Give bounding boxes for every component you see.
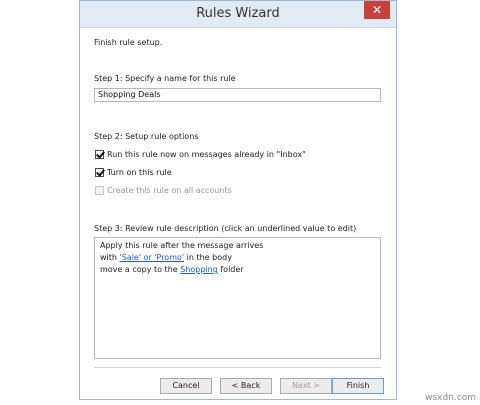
run-now-checkbox[interactable]	[95, 149, 104, 159]
button-divider	[94, 367, 381, 368]
description-line-3: move a copy to the Shopping folder	[100, 264, 375, 276]
finish-button[interactable]: Finish	[332, 378, 384, 394]
line3-prefix: move a copy to the	[100, 265, 181, 274]
keywords-link[interactable]: 'Sale' or 'Promo'	[120, 253, 185, 262]
all-accounts-label: Create this rule on all accounts	[107, 185, 232, 195]
description-line-1: Apply this rule after the message arrive…	[100, 241, 264, 250]
turn-on-label: Turn on this rule	[107, 167, 172, 177]
step3-label: Step 3: Review rule description (click a…	[94, 224, 357, 233]
folder-link[interactable]: Shopping	[180, 265, 218, 274]
line2-suffix: in the body	[184, 253, 232, 262]
all-accounts-checkbox	[95, 185, 104, 195]
back-button[interactable]: < Back	[220, 378, 272, 394]
rules-wizard-dialog: Rules Wizard ✕ Finish rule setup. Step 1…	[79, 0, 397, 400]
run-now-label: Run this rule now on messages already in…	[107, 149, 306, 159]
title-bar[interactable]: Rules Wizard ✕	[80, 1, 396, 28]
rule-name-input[interactable]: Shopping Deals	[94, 88, 381, 102]
window-title: Rules Wizard	[196, 6, 280, 21]
intro-text: Finish rule setup.	[94, 38, 163, 47]
option-run-now[interactable]: Run this rule now on messages already in…	[95, 148, 306, 160]
line2-prefix: with	[100, 253, 120, 262]
option-turn-on[interactable]: Turn on this rule	[95, 166, 172, 178]
rule-name-value: Shopping Deals	[98, 90, 161, 99]
close-button[interactable]: ✕	[364, 1, 390, 19]
step2-label: Step 2: Setup rule options	[94, 132, 199, 141]
step1-label: Step 1: Specify a name for this rule	[94, 74, 236, 83]
turn-on-checkbox[interactable]	[95, 167, 104, 177]
description-line-2: with 'Sale' or 'Promo' in the body	[100, 252, 375, 264]
line3-suffix: folder	[217, 265, 244, 274]
close-icon: ✕	[371, 3, 383, 17]
screen: Rules Wizard ✕ Finish rule setup. Step 1…	[0, 0, 480, 405]
cancel-button[interactable]: Cancel	[160, 378, 212, 394]
next-button: Next >	[280, 378, 332, 394]
rule-description-box: Apply this rule after the message arrive…	[94, 237, 381, 359]
option-all-accounts: Create this rule on all accounts	[95, 184, 232, 196]
watermark: wsxdn.com	[425, 393, 476, 403]
